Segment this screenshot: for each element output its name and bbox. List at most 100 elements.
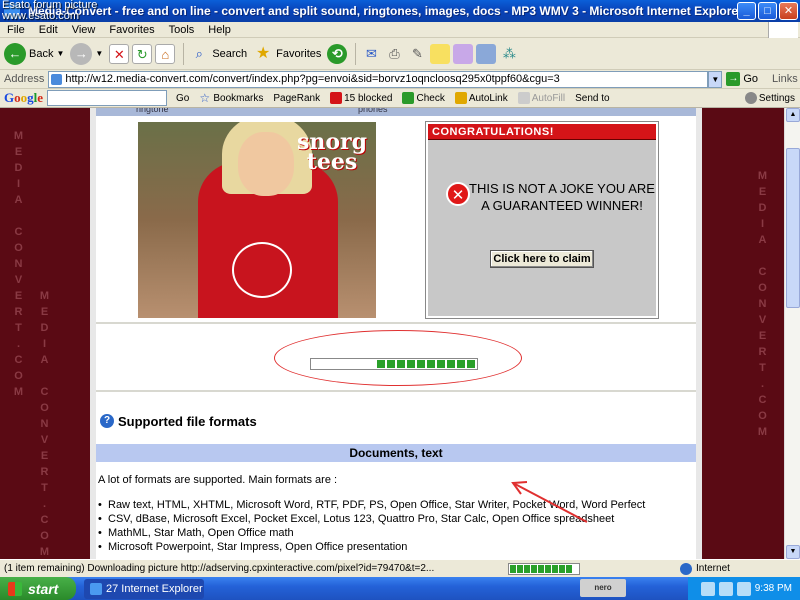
address-dropdown-icon[interactable]: ▼: [708, 70, 723, 88]
google-search-input[interactable]: [47, 90, 168, 106]
help-icon[interactable]: ?: [100, 414, 114, 428]
blocked-icon: [330, 92, 343, 104]
sendto-button[interactable]: Send to: [575, 93, 609, 104]
taskbar-item-ie[interactable]: 27 Internet Explorer: [84, 578, 204, 599]
progress-segment: [538, 564, 544, 573]
star-icon: ★: [256, 44, 271, 62]
progress-segment: [427, 360, 435, 368]
tab-ringtone[interactable]: ringtone: [136, 108, 169, 114]
wand-icon: [454, 92, 467, 104]
address-input[interactable]: http://w12.media-convert.com/convert/ind…: [48, 70, 709, 88]
progress-segment: [377, 360, 385, 368]
claim-button[interactable]: Click here to claim: [490, 250, 594, 268]
congrats-ad[interactable]: CONGRATULATIONS! ✕ THIS IS NOT A JOKE YO…: [425, 121, 659, 319]
search-icon: ⌕: [195, 45, 203, 61]
spell-check-button[interactable]: Check: [402, 92, 445, 104]
print-icon[interactable]: ⎙: [384, 44, 404, 64]
stop-icon[interactable]: ✕: [109, 43, 130, 64]
back-arrow-icon: ←: [4, 42, 26, 65]
autofill-button[interactable]: AutoFill: [517, 92, 565, 104]
progress-segment: [531, 564, 537, 573]
menu-file[interactable]: File: [0, 24, 32, 36]
list-item: Microsoft Powerpoint, Star Impress, Open…: [98, 540, 645, 554]
popup-blocker[interactable]: 15 blocked: [330, 92, 392, 104]
tshirt-ad-image[interactable]: snorg tees: [138, 122, 376, 318]
side-watermark-left-2: MEDIACONVERT.COM: [39, 290, 51, 558]
taskbar: start 27 Internet Explorer nero SEARCH 9…: [0, 577, 800, 600]
documents-header: Documents, text: [96, 444, 696, 462]
google-toolbar: Google Go ☆ Bookmarks PageRank 15 blocked…: [0, 89, 800, 108]
menu-tools[interactable]: Tools: [162, 24, 202, 36]
divider: [96, 322, 696, 324]
settings-button[interactable]: Settings: [744, 92, 795, 104]
menu-favorites[interactable]: Favorites: [102, 24, 161, 36]
star-icon: ☆: [199, 91, 211, 105]
check-icon: [402, 92, 415, 104]
standard-toolbar: ← Back ▼ → ▼ ✕ ↻ ⌂ ⌕ Search ★ Favorites …: [0, 38, 800, 70]
start-button[interactable]: start: [0, 577, 76, 600]
globe-icon: [680, 562, 692, 575]
side-watermark-right: MEDIACONVERT.COM: [757, 170, 769, 438]
status-bar: (1 item remaining) Downloading picture h…: [0, 559, 800, 577]
title-bar[interactable]: Media-Convert - free and on line - conve…: [0, 0, 800, 22]
edit-icon[interactable]: ✎: [407, 44, 427, 64]
system-tray: 9:38 PM: [688, 577, 800, 600]
mail-icon[interactable]: ✉: [361, 44, 381, 64]
nero-search-box[interactable]: nero SEARCH: [580, 579, 626, 597]
progress-segment: [559, 564, 565, 573]
progress-fill: [377, 360, 475, 368]
vertical-scrollbar[interactable]: ▲ ▼: [784, 108, 800, 559]
volume-icon[interactable]: [736, 581, 751, 596]
progress-segment: [545, 564, 551, 573]
divider: [96, 390, 696, 392]
autolink-button[interactable]: AutoLink: [454, 92, 508, 104]
links-button[interactable]: Links: [772, 73, 798, 85]
progress-segment: [457, 360, 465, 368]
congrats-header: CONGRATULATIONS!: [428, 124, 656, 140]
scroll-down-icon[interactable]: ▼: [786, 545, 800, 559]
messenger-icon[interactable]: [453, 43, 474, 64]
google-go-button[interactable]: Go: [176, 93, 189, 104]
menu-help[interactable]: Help: [201, 24, 238, 36]
scroll-thumb[interactable]: [786, 148, 800, 308]
chevron-down-icon[interactable]: ▼: [95, 49, 103, 58]
home-icon[interactable]: ⌂: [155, 43, 176, 64]
maximize-button[interactable]: □: [758, 2, 777, 20]
favorites-button[interactable]: ★ Favorites: [253, 44, 321, 64]
autofill-icon: [517, 92, 530, 104]
bookmarks-button[interactable]: ☆ Bookmarks: [199, 92, 263, 104]
chevron-down-icon[interactable]: ▼: [56, 49, 64, 58]
google-logo[interactable]: Google: [4, 90, 43, 106]
go-button[interactable]: → Go: [726, 72, 758, 86]
claim-message: THIS IS NOT A JOKE YOU ARE A GUARANTEED …: [469, 181, 655, 213]
menu-bar: File Edit View Favorites Tools Help: [0, 22, 800, 38]
windows-flag-icon: [8, 581, 22, 596]
menu-edit[interactable]: Edit: [32, 24, 65, 36]
supported-title: Supported file formats: [118, 414, 257, 429]
tray-icon[interactable]: [718, 581, 733, 596]
search-button[interactable]: ⌕ Search: [189, 44, 248, 64]
research-icon[interactable]: [476, 43, 497, 64]
close-button[interactable]: ✕: [779, 2, 798, 20]
red-annotation-arrow: [511, 481, 588, 523]
discuss-icon[interactable]: [430, 43, 451, 64]
tab-phones[interactable]: phones: [358, 108, 388, 114]
tray-icon[interactable]: [700, 581, 715, 596]
ie-icon: [90, 582, 102, 595]
people-icon[interactable]: ⁂: [499, 44, 519, 64]
menu-view[interactable]: View: [65, 24, 103, 36]
toolbar-separator: [183, 42, 185, 65]
back-button[interactable]: ← Back ▼: [4, 42, 64, 65]
progress-segment: [467, 360, 475, 368]
go-arrow-icon: →: [726, 72, 741, 86]
progress-segment: [387, 360, 395, 368]
pagerank-indicator[interactable]: PageRank: [273, 93, 320, 104]
status-text: (1 item remaining) Downloading picture h…: [4, 563, 435, 574]
scroll-up-icon[interactable]: ▲: [786, 108, 800, 122]
progress-segment: [524, 564, 530, 573]
status-progress-bar: [508, 562, 580, 575]
minimize-button[interactable]: _: [737, 2, 756, 20]
refresh-icon[interactable]: ↻: [132, 43, 153, 64]
history-icon[interactable]: ⟲: [327, 43, 348, 64]
forward-button[interactable]: → ▼: [70, 42, 103, 65]
